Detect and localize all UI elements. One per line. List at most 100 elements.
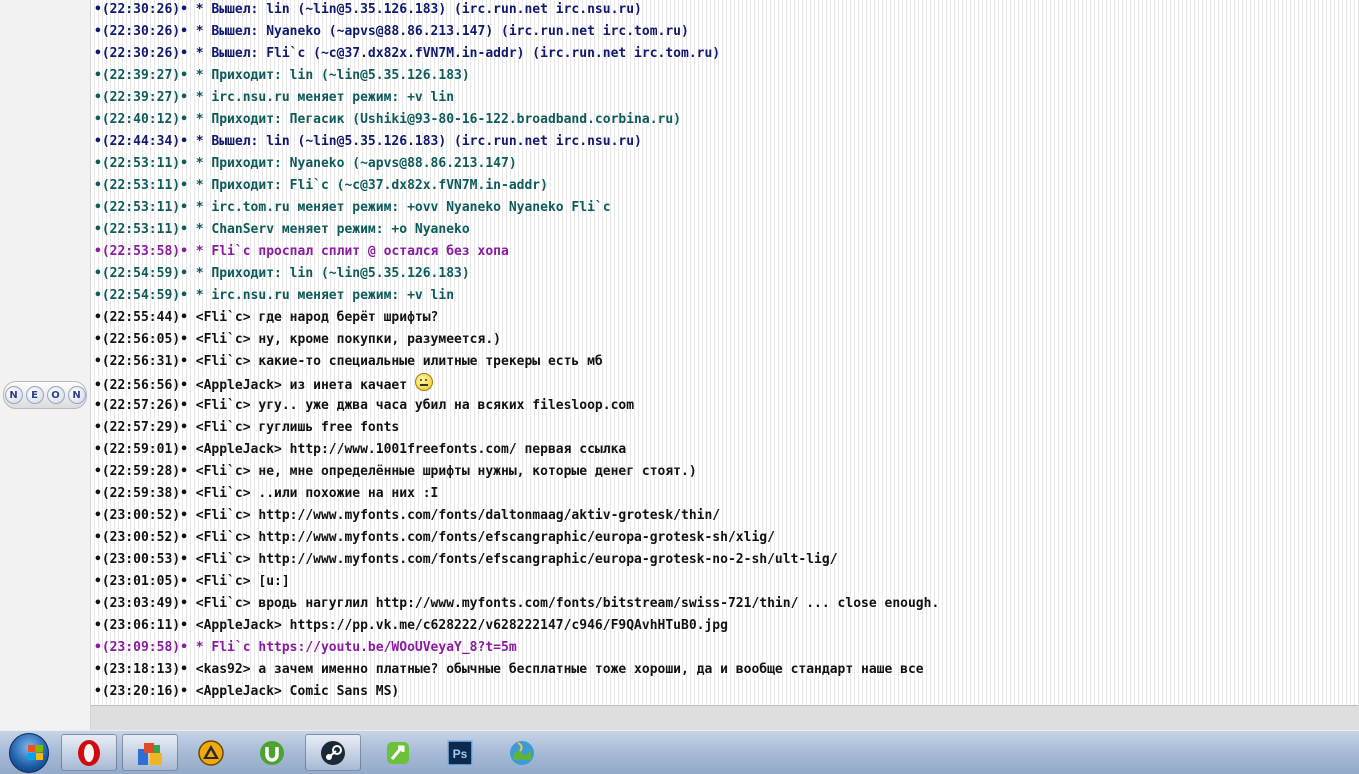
chat-message-text: <Fli`c> вродь нагуглил http://www.myfont… (195, 596, 940, 611)
chat-line: •(22:54:59)• * irc.nsu.ru меняет режим: … (94, 285, 454, 307)
chat-line: •(22:53:11)• * ChanServ меняет режим: +o… (94, 219, 470, 241)
chat-line: •(22:30:26)• * Вышел: Fli`c (~c@37.dx82x… (94, 43, 720, 65)
chat-timestamp: •(22:59:28)• (94, 464, 188, 479)
chat-timestamp: •(22:39:27)• (94, 90, 188, 105)
chat-message-text: * irc.nsu.ru меняет режим: +v lin (195, 288, 455, 303)
chat-message-text: <Fli`c> ну, кроме покупки, разумеется.) (195, 332, 501, 347)
chat-message-text: <Fli`c> http://www.myfonts.com/fonts/dal… (195, 508, 721, 523)
chat-timestamp: •(22:54:59)• (94, 266, 188, 281)
chat-timestamp: •(22:57:26)• (94, 398, 188, 413)
chat-message-text: <Fli`c> какие-то специальные илитные тре… (195, 354, 603, 369)
chat-line: •(22:59:28)• <Fli`c> не, мне определённы… (94, 461, 697, 483)
chat-message-text: <Fli`c> гуглишь free fonts (195, 420, 400, 435)
chat-timestamp: •(22:44:34)• (94, 134, 188, 149)
chat-timestamp: •(22:56:05)• (94, 332, 188, 347)
chat-line: •(22:57:29)• <Fli`c> гуглишь free fonts (94, 417, 399, 439)
chat-line: •(23:01:05)• <Fli`c> [u:] (94, 571, 290, 593)
chat-message-text: <Fli`c> не, мне определённые шрифты нужн… (195, 464, 697, 479)
chat-message-text: * Приходит: lin (~lin@5.35.126.183) (195, 68, 470, 83)
chat-message-text: <Fli`c> http://www.myfonts.com/fonts/efs… (195, 552, 838, 567)
chat-line: •(22:59:38)• <Fli`c> ..или похожие на ни… (94, 483, 438, 505)
chat-timestamp: •(23:06:11)• (94, 618, 188, 633)
chat-timestamp: •(22:56:31)• (94, 354, 188, 369)
globe-map-icon (510, 740, 534, 765)
chat-timestamp: •(22:30:26)• (94, 24, 188, 39)
chat-line: •(22:56:31)• <Fli`c> какие-то специальны… (94, 351, 603, 373)
chat-message-text: <AppleJack> http://www.1001freefonts.com… (195, 442, 627, 457)
chat-line: •(22:53:11)• * irc.tom.ru меняет режим: … (94, 197, 611, 219)
chat-timestamp: •(23:00:52)• (94, 508, 188, 523)
chat-message-text: <AppleJack> https://pp.vk.me/c628222/v62… (195, 618, 728, 633)
chat-line: •(23:18:13)• <kas92> а зачем именно плат… (94, 659, 924, 681)
chat-timestamp: •(23:00:52)• (94, 530, 188, 545)
chat-line: •(22:30:26)• * Вышел: Nyaneko (~apvs@88.… (94, 21, 689, 43)
chat-line: •(22:56:56)• <AppleJack> из инета качает (94, 373, 434, 395)
chat-line: •(23:09:58)• * Fli`c https://youtu.be/WO… (94, 637, 517, 659)
chat-message-text: * Вышел: lin (~lin@5.35.126.183) (irc.ru… (195, 134, 642, 149)
taskbar-green-app-button[interactable] (370, 734, 426, 771)
chat-message-text: * Fli`c проспал сплит @ остался без хопа (195, 244, 509, 259)
chat-timestamp: •(22:30:26)• (94, 46, 188, 61)
chat-line: •(22:53:11)• * Приходит: Fli`c (~c@37.dx… (94, 175, 548, 197)
chat-line: •(23:00:53)• <Fli`c> http://www.myfonts.… (94, 549, 838, 571)
chat-timestamp: •(22:53:58)• (94, 244, 188, 259)
chat-line: •(22:54:59)• * Приходит: lin (~lin@5.35.… (94, 263, 470, 285)
taskbar-triangle-app-button[interactable] (183, 734, 239, 771)
chat-line: •(23:20:16)• <AppleJack> Comic Sans MS) (94, 681, 399, 703)
photoshop-icon: Ps (447, 739, 473, 766)
chat-timestamp: •(22:55:44)• (94, 310, 188, 325)
chat-timestamp: •(22:56:56)• (94, 378, 188, 393)
taskbar: Ps (0, 730, 1359, 774)
chat-log[interactable]: •(22:30:26)• * Вышел: lin (~lin@5.35.126… (91, 0, 1359, 705)
chat-timestamp: •(22:57:29)• (94, 420, 188, 435)
taskbar-utorrent-button[interactable] (244, 734, 300, 771)
chat-line: •(22:44:34)• * Вышел: lin (~lin@5.35.126… (94, 131, 642, 153)
message-input[interactable] (91, 705, 1359, 731)
chat-message-text: <AppleJack> Comic Sans MS) (195, 684, 400, 699)
taskbar-blocks-button[interactable] (122, 734, 178, 771)
chat-timestamp: •(23:03:49)• (94, 596, 188, 611)
chat-message-text: * Вышел: lin (~lin@5.35.126.183) (irc.ru… (195, 2, 642, 17)
chat-message-text: <Fli`c> [u:] (195, 574, 290, 589)
photoshop-label: Ps (453, 747, 468, 761)
chat-timestamp: •(23:20:16)• (94, 684, 188, 699)
taskbar-opera-button[interactable] (61, 734, 117, 771)
taskbar-map-app-button[interactable] (494, 734, 550, 771)
chat-timestamp: •(22:59:01)• (94, 442, 188, 457)
chat-message-text: * irc.nsu.ru меняет режим: +v lin (195, 90, 455, 105)
chat-message-text: * ChanServ меняет режим: +o Nyaneko (195, 222, 470, 237)
chat-line: •(23:03:49)• <Fli`c> вродь нагуглил http… (94, 593, 939, 615)
neon-logo[interactable]: N E O N (3, 381, 87, 409)
start-button[interactable] (2, 733, 56, 773)
chat-message-text: * Вышел: Nyaneko (~apvs@88.86.213.147) (… (195, 24, 689, 39)
taskbar-photoshop-button[interactable]: Ps (432, 734, 488, 771)
chat-line: •(23:06:11)• <AppleJack> https://pp.vk.m… (94, 615, 728, 637)
chat-line: •(22:57:26)• <Fli`c> угу.. уже джва часа… (94, 395, 634, 417)
chat-line: •(22:39:27)• * irc.nsu.ru меняет режим: … (94, 87, 454, 109)
green-wrench-icon (387, 741, 409, 764)
chat-timestamp: •(22:59:38)• (94, 486, 188, 501)
opera-icon (78, 739, 100, 766)
chat-message-text: <Fli`c> угу.. уже джва часа убил на всяк… (195, 398, 635, 413)
chat-message-text: <AppleJack> из инета качает (195, 378, 408, 393)
triangle-app-icon (198, 739, 224, 766)
chat-timestamp: •(22:53:11)• (94, 222, 188, 237)
chat-timestamp: •(22:54:59)• (94, 288, 188, 303)
blocks-icon (138, 742, 162, 765)
chat-timestamp: •(23:01:05)• (94, 574, 188, 589)
chat-message-text: * Приходит: Nyaneko (~apvs@88.86.213.147… (195, 156, 517, 171)
chat-line: •(22:40:12)• * Приходит: Пегасик (Ushiki… (94, 109, 681, 131)
chat-line: •(22:53:58)• * Fli`c проспал сплит @ ост… (94, 241, 509, 263)
chat-line: •(22:30:26)• * Вышел: lin (~lin@5.35.126… (94, 0, 642, 21)
chat-timestamp: •(22:53:11)• (94, 200, 188, 215)
chat-line: •(23:00:52)• <Fli`c> http://www.myfonts.… (94, 505, 720, 527)
taskbar-steam-button[interactable] (305, 734, 361, 771)
chat-message-text: * Приходит: Пегасик (Ushiki@93-80-16-122… (195, 112, 682, 127)
chat-message-text: <Fli`c> где народ берёт шрифты? (195, 310, 439, 325)
chat-message-text: * Приходит: Fli`c (~c@37.dx82x.fVN7M.in-… (195, 178, 548, 193)
chat-message-text: * irc.tom.ru меняет режим: +ovv Nyaneko … (195, 200, 611, 215)
chat-line: •(22:53:11)• * Приходит: Nyaneko (~apvs@… (94, 153, 517, 175)
chat-message-text: * Приходит: lin (~lin@5.35.126.183) (195, 266, 470, 281)
chat-timestamp: •(22:53:11)• (94, 156, 188, 171)
chat-timestamp: •(23:18:13)• (94, 662, 188, 677)
